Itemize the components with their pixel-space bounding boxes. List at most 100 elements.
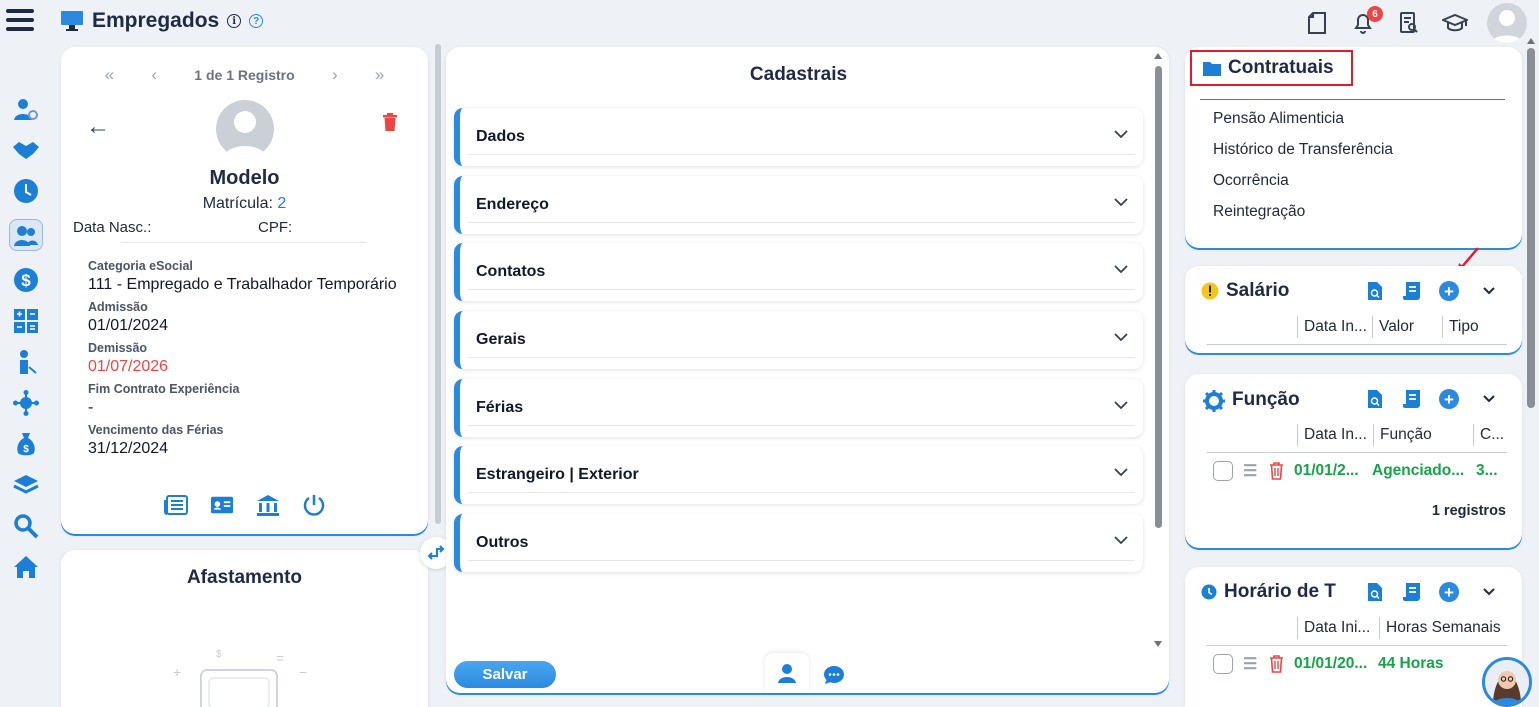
user-settings-icon[interactable] xyxy=(11,96,41,121)
info-icon[interactable]: i xyxy=(227,14,242,28)
help-icon[interactable]: ? xyxy=(249,14,264,28)
employee-profile-card: « ‹ 1 de 1 Registro › » ← Modelo Matrícu… xyxy=(61,47,428,534)
contratuais-item-historico[interactable]: Histórico de Transferência xyxy=(1213,140,1393,171)
delete-row-icon[interactable] xyxy=(1269,462,1284,480)
next-record-button[interactable]: › xyxy=(332,65,338,85)
cadastrais-title: Cadastrais xyxy=(749,64,848,85)
chevron-down-icon[interactable] xyxy=(1482,585,1496,599)
field-label: Categoria eSocial xyxy=(88,259,193,273)
chevron-down-icon xyxy=(1114,198,1128,207)
clock-icon[interactable] xyxy=(11,178,41,203)
layers-icon[interactable] xyxy=(11,472,41,497)
field-label: Admissão xyxy=(88,300,148,314)
drag-handle-icon[interactable]: ☰ xyxy=(1243,461,1257,481)
employee-birth-cpf: Data Nasc.: CPF: xyxy=(73,219,403,236)
contratuais-item-ocorrencia[interactable]: Ocorrência xyxy=(1213,171,1393,202)
chevron-down-icon[interactable] xyxy=(1482,392,1496,406)
contratuais-header-highlight: Contratuais xyxy=(1190,50,1353,86)
view-document-icon[interactable] xyxy=(1365,280,1385,302)
cpf-label: CPF: xyxy=(258,219,293,236)
network-icon[interactable] xyxy=(11,389,41,416)
field-label: Vencimento das Férias xyxy=(88,423,224,437)
bank-icon[interactable] xyxy=(256,493,280,517)
profile-photo[interactable] xyxy=(216,100,274,158)
search-icon[interactable] xyxy=(11,513,41,538)
person-arrow-icon[interactable] xyxy=(11,349,41,374)
chevron-down-icon[interactable] xyxy=(1482,284,1496,298)
add-horario-button[interactable]: + xyxy=(1439,581,1459,603)
scroll-list-icon[interactable] xyxy=(1402,388,1422,410)
tab-chat[interactable] xyxy=(820,661,848,689)
row-checkbox[interactable] xyxy=(1213,654,1233,674)
last-record-button[interactable]: » xyxy=(375,65,384,85)
id-card-icon[interactable] xyxy=(210,493,234,517)
section-endereco[interactable]: Endereço xyxy=(454,176,1143,234)
right-scroll-up[interactable] xyxy=(1527,38,1535,44)
salario-table-header: Data In... Valor Tipo xyxy=(1297,316,1502,338)
prev-record-button[interactable]: ‹ xyxy=(151,65,157,85)
left-panel-scrollbar[interactable] xyxy=(435,44,441,524)
section-gerais[interactable]: Gerais xyxy=(454,311,1143,369)
section-ferias[interactable]: Férias xyxy=(454,379,1143,437)
document-icon[interactable] xyxy=(1303,9,1331,37)
funcao-table-header: Data In... Função C... xyxy=(1297,424,1503,446)
save-button[interactable]: Salvar xyxy=(454,661,556,688)
field-value: 01/01/2024 xyxy=(88,317,169,334)
employees-icon[interactable] xyxy=(9,219,43,251)
dollar-icon[interactable]: $ xyxy=(11,267,41,292)
top-bar: Empregados i ? 6 xyxy=(0,0,1539,46)
home-icon[interactable] xyxy=(11,554,41,579)
contratuais-title: Contratuais xyxy=(1228,57,1334,78)
newspaper-icon[interactable] xyxy=(163,493,188,517)
first-record-button[interactable]: « xyxy=(105,65,114,85)
view-document-icon[interactable] xyxy=(1365,388,1385,410)
employee-name: Modelo xyxy=(209,167,280,189)
cadastrais-scrollbar[interactable] xyxy=(1153,51,1163,651)
row-checkbox[interactable] xyxy=(1213,461,1233,481)
handshake-icon[interactable] xyxy=(11,137,41,162)
view-document-icon[interactable] xyxy=(1365,581,1385,603)
back-arrow-icon[interactable]: ← xyxy=(86,113,110,141)
column-header: Função xyxy=(1373,424,1473,446)
field-value: 01/07/2026 xyxy=(88,358,169,375)
menu-icon[interactable] xyxy=(6,9,34,37)
delete-row-icon[interactable] xyxy=(1269,655,1284,673)
row-horas: 44 Horas xyxy=(1378,655,1444,672)
tab-user[interactable] xyxy=(765,653,809,693)
section-label: Estrangeiro | Exterior xyxy=(476,466,639,483)
user-avatar[interactable] xyxy=(1487,3,1527,43)
swap-icon xyxy=(427,545,445,560)
drag-handle-icon[interactable]: ☰ xyxy=(1243,654,1257,674)
table-row[interactable]: ☰ 01/01/20... 44 Horas xyxy=(1213,654,1468,674)
contratuais-item-reintegracao[interactable]: Reintegração xyxy=(1213,202,1393,233)
record-count: 1 de 1 Registro xyxy=(194,67,295,83)
trash-icon xyxy=(383,113,397,131)
right-panel-scrollbar[interactable] xyxy=(1527,48,1535,408)
section-estrangeiro[interactable]: Estrangeiro | Exterior xyxy=(454,446,1143,504)
section-label: Dados xyxy=(476,128,525,145)
section-contatos[interactable]: Contatos xyxy=(454,243,1143,301)
section-dados[interactable]: Dados xyxy=(454,108,1143,166)
scroll-list-icon[interactable] xyxy=(1402,581,1422,603)
report-search-icon[interactable] xyxy=(1395,9,1423,37)
clock-icon xyxy=(1201,584,1217,600)
notifications-button[interactable]: 6 xyxy=(1349,6,1383,37)
graduation-cap-icon[interactable] xyxy=(1441,9,1469,37)
add-salario-button[interactable]: + xyxy=(1439,280,1459,302)
field-label: Demissão xyxy=(88,341,148,355)
calculator-icon[interactable] xyxy=(11,308,41,333)
row-date: 01/01/20... xyxy=(1294,655,1368,672)
money-bag-icon[interactable]: $ xyxy=(11,431,41,456)
chevron-down-icon xyxy=(1114,536,1128,545)
add-funcao-button[interactable]: + xyxy=(1439,388,1459,410)
assistant-avatar[interactable] xyxy=(1482,657,1532,707)
contratuais-item-pensao[interactable]: Pensão Alimenticia xyxy=(1213,109,1393,140)
warning-icon xyxy=(1201,282,1219,300)
table-row[interactable]: ☰ 01/01/2... Agenciado... 3... xyxy=(1213,461,1500,481)
profile-actions xyxy=(61,493,428,517)
contratuais-card: Contratuais Pensão Alimenticia Histórico… xyxy=(1185,47,1522,248)
scroll-list-icon[interactable] xyxy=(1402,280,1422,302)
power-icon[interactable] xyxy=(302,493,326,517)
delete-button[interactable] xyxy=(382,113,398,137)
section-outros[interactable]: Outros xyxy=(454,514,1143,572)
